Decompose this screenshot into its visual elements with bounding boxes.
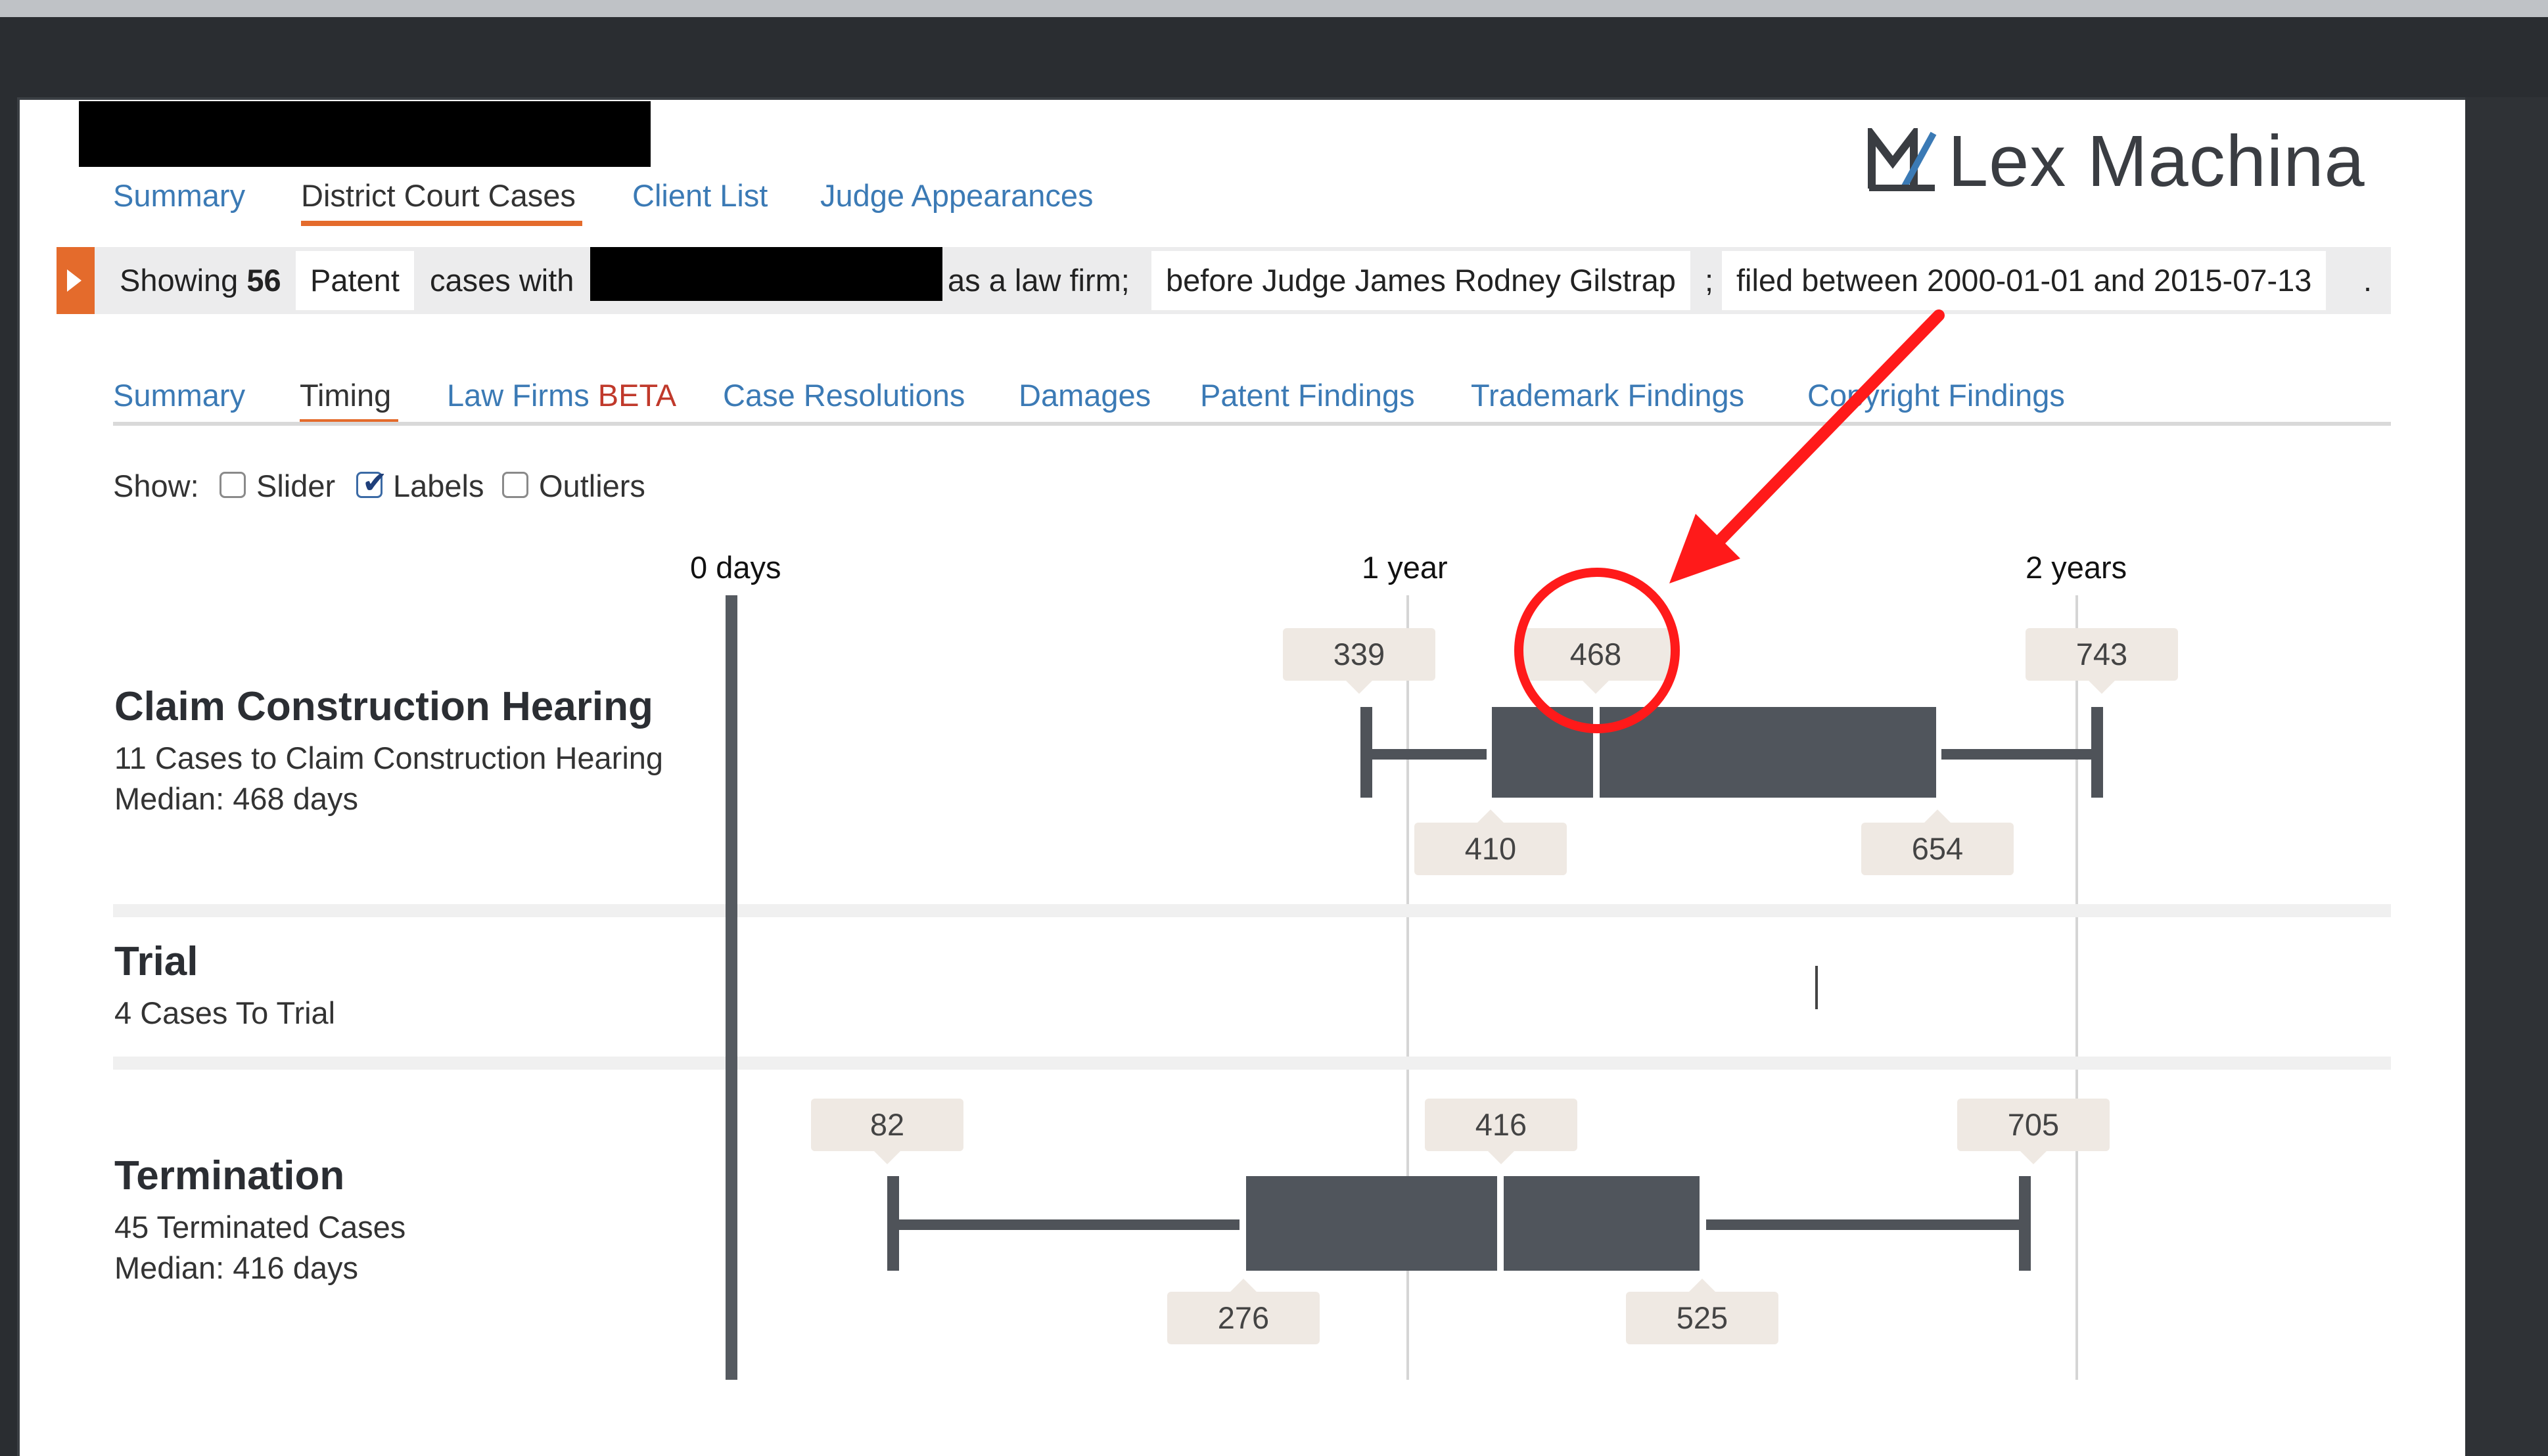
subtab-trademark-findings[interactable]: Trademark Findings — [1471, 377, 1744, 413]
subtab-summary[interactable]: Summary — [113, 377, 245, 413]
slider-label: Slider — [256, 468, 336, 503]
slider-checkbox[interactable] — [220, 472, 246, 498]
logo-text: Lex Machina — [1948, 120, 2365, 202]
label-q1: 410 — [1414, 809, 1567, 875]
whisker-left — [894, 1219, 1239, 1230]
iqr-box — [1246, 1176, 1700, 1271]
redacted-name — [79, 101, 651, 167]
redacted-law-firm — [590, 247, 942, 301]
filter-semicolon: ; — [1705, 263, 1714, 298]
whisker-cap-max — [2091, 707, 2103, 798]
label-max: 705 — [1957, 1099, 2110, 1164]
trial-marker — [1815, 966, 1818, 1009]
subnav-divider — [113, 422, 2391, 426]
row-median-claim-construction: Median: 468 days — [114, 781, 359, 816]
axis-label-0-days: 0 days — [690, 550, 781, 585]
outliers-checkbox[interactable] — [502, 472, 528, 498]
label-max: 743 — [2026, 628, 2178, 694]
row-cases-trial: 4 Cases To Trial — [114, 995, 336, 1030]
row-separator — [113, 1057, 2391, 1070]
labels-label: Labels — [393, 468, 484, 503]
label-q3: 654 — [1861, 809, 2014, 875]
whisker-cap-max — [2019, 1176, 2031, 1271]
subtab-damages[interactable]: Damages — [1019, 377, 1151, 413]
lex-machina-logo: Lex Machina — [1866, 120, 2365, 202]
whisker-right — [1941, 749, 2095, 760]
label-median: 416 — [1425, 1099, 1577, 1164]
filter-cases-with: cases with — [430, 263, 574, 298]
label-q1: 276 — [1167, 1279, 1320, 1344]
tab-summary[interactable]: Summary — [113, 177, 245, 214]
subtab-case-resolutions[interactable]: Case Resolutions — [723, 377, 965, 413]
axis-label-1-year: 1 year — [1362, 550, 1448, 585]
filter-expand-toggle[interactable] — [57, 247, 95, 314]
row-separator — [113, 904, 2391, 917]
median-line — [1497, 1176, 1504, 1271]
filter-case-type[interactable]: Patent — [296, 251, 414, 310]
row-cases-claim-construction: 11 Cases to Claim Construction Hearing — [114, 740, 664, 775]
axis-label-2-years: 2 years — [2026, 550, 2127, 585]
highlight-circle — [1514, 568, 1680, 733]
zero-axis — [726, 595, 737, 1380]
filter-showing: Showing 56 — [120, 263, 281, 298]
whisker-right — [1706, 1219, 2024, 1230]
tab-client-list[interactable]: Client List — [632, 177, 768, 214]
label-min: 82 — [811, 1099, 963, 1164]
whisker-left — [1362, 749, 1487, 760]
window-edge — [2465, 97, 2548, 1456]
row-median-termination: Median: 416 days — [114, 1250, 359, 1285]
subtab-law-firms[interactable]: Law Firms BETA — [447, 377, 676, 413]
subtab-timing[interactable]: Timing — [300, 377, 391, 413]
filter-dates[interactable]: filed between 2000-01-01 and 2015-07-13 — [1722, 251, 2327, 310]
beta-badge: BETA — [597, 378, 677, 413]
whisker-cap-min — [1360, 707, 1372, 798]
subtab-copyright-findings[interactable]: Copyright Findings — [1807, 377, 2065, 413]
row-title-trial: Trial — [114, 939, 198, 984]
subtab-patent-findings[interactable]: Patent Findings — [1200, 377, 1415, 413]
lm-logo-icon — [1868, 128, 1937, 191]
active-tab-underline — [301, 221, 582, 226]
filter-judge[interactable]: before Judge James Rodney Gilstrap — [1151, 251, 1690, 310]
filter-as-law-firm: as a law firm; — [948, 263, 1130, 298]
expand-arrow-icon — [67, 269, 81, 292]
tab-judge-appearances[interactable]: Judge Appearances — [820, 177, 1094, 214]
row-title-claim-construction: Claim Construction Hearing — [114, 684, 653, 729]
gridline-2-years — [2075, 595, 2078, 1380]
label-q3: 525 — [1626, 1279, 1778, 1344]
whisker-cap-min — [887, 1176, 899, 1271]
labels-checkbox[interactable]: ✔ — [356, 467, 388, 498]
row-title-termination: Termination — [114, 1153, 345, 1198]
outliers-label: Outliers — [539, 468, 645, 503]
filter-period: . — [2363, 263, 2373, 298]
check-icon: ✔ — [362, 465, 388, 499]
title-strip — [0, 0, 2548, 17]
tab-district-court-cases[interactable]: District Court Cases — [301, 177, 576, 214]
label-min: 339 — [1283, 628, 1435, 694]
show-label: Show: — [113, 468, 199, 503]
row-cases-termination: 45 Terminated Cases — [114, 1210, 406, 1244]
